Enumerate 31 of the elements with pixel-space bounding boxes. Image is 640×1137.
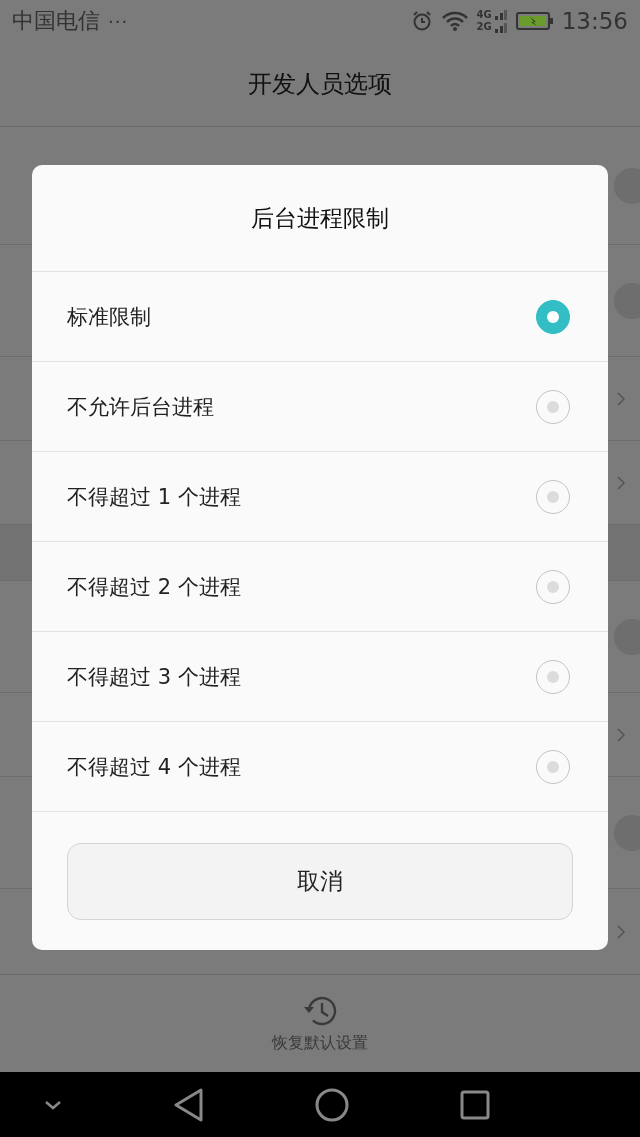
radio-option[interactable]: 标准限制 — [32, 272, 608, 362]
chevron-right-icon — [616, 474, 626, 491]
radio-button[interactable] — [536, 389, 570, 424]
more-indicator: ··· — [108, 10, 129, 32]
network-type: 2G — [476, 21, 492, 33]
radio-button[interactable] — [536, 659, 570, 694]
radio-option[interactable]: 不得超过 1 个进程 — [32, 452, 608, 542]
chevron-right-icon — [616, 726, 626, 743]
chevron-right-icon — [616, 923, 626, 940]
page-title: 开发人员选项 — [248, 69, 392, 100]
radio-option[interactable]: 不得超过 2 个进程 — [32, 542, 608, 632]
carrier-name: 中国电信 — [12, 7, 100, 35]
radio-button[interactable] — [536, 479, 570, 514]
battery-charging-icon — [515, 11, 554, 31]
chevron-down-icon[interactable] — [44, 1099, 62, 1110]
cancel-button[interactable]: 取消 — [67, 842, 573, 920]
dialog-title: 后台进程限制 — [251, 203, 389, 233]
back-icon[interactable] — [172, 1087, 205, 1122]
radio-option[interactable]: 不得超过 3 个进程 — [32, 632, 608, 722]
radio-button[interactable] — [536, 749, 570, 784]
home-icon[interactable] — [315, 1087, 350, 1122]
radio-button[interactable] — [536, 569, 570, 604]
signal-icon — [493, 8, 508, 34]
radio-option[interactable]: 不允许后台进程 — [32, 362, 608, 452]
recents-icon[interactable] — [459, 1089, 490, 1120]
radio-option[interactable]: 不得超过 4 个进程 — [32, 722, 608, 812]
network-type: 4G — [476, 9, 492, 21]
clock-time: 13:56 — [561, 8, 628, 34]
chevron-right-icon — [616, 390, 626, 407]
radio-button[interactable] — [536, 299, 570, 334]
wifi-icon — [440, 10, 469, 32]
